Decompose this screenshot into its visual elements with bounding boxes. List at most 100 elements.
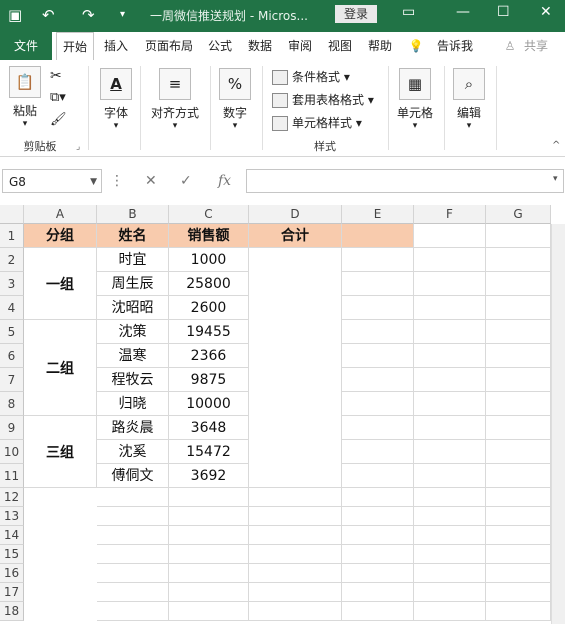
enter-icon[interactable]: ✓ — [180, 169, 192, 193]
header-group[interactable]: 分组 — [24, 224, 97, 248]
grid-cell[interactable] — [414, 248, 486, 272]
sales-cell[interactable]: 2366 — [169, 344, 249, 368]
sales-cell[interactable]: 10000 — [169, 392, 249, 416]
row-header[interactable]: 9 — [0, 416, 24, 440]
grid-cell[interactable] — [486, 464, 551, 488]
grid-cell[interactable] — [342, 368, 414, 392]
name-cell[interactable]: 时宜 — [97, 248, 169, 272]
grid-cell[interactable] — [414, 320, 486, 344]
grid-cell[interactable] — [486, 296, 551, 320]
row-header[interactable]: 8 — [0, 392, 24, 416]
grid-cell[interactable] — [342, 344, 414, 368]
row-header[interactable]: 3 — [0, 272, 24, 296]
row-header[interactable]: 17 — [0, 583, 24, 602]
grid-cell[interactable] — [342, 248, 414, 272]
tell-me-input[interactable]: 告诉我 — [432, 32, 478, 60]
row-header[interactable]: 15 — [0, 545, 24, 564]
tab-data[interactable]: 数据 — [244, 32, 276, 60]
row-header[interactable]: 11 — [0, 464, 24, 488]
grid-cell[interactable] — [342, 488, 414, 507]
sales-cell[interactable]: 3648 — [169, 416, 249, 440]
row-header[interactable]: 16 — [0, 564, 24, 583]
worksheet-grid[interactable]: A B C D E F G 1 2 3 4 5 6 7 8 9 10 11 12 13 14 15 16 17 1… — [0, 205, 565, 624]
row-header[interactable]: 10 — [0, 440, 24, 464]
login-button[interactable]: 登录 — [335, 5, 377, 23]
grid-cell[interactable] — [249, 583, 342, 602]
tab-formulas[interactable]: 公式 — [204, 32, 236, 60]
grid-cell[interactable] — [486, 392, 551, 416]
grid-cell[interactable] — [486, 545, 551, 564]
grid-cell[interactable] — [97, 545, 169, 564]
column-header[interactable]: D — [249, 205, 342, 224]
grid-cell[interactable] — [97, 602, 169, 621]
grid-cell[interactable] — [414, 392, 486, 416]
grid-cell[interactable] — [249, 507, 342, 526]
grid-cell[interactable] — [414, 344, 486, 368]
paste-button[interactable]: 📋 粘贴 ▾ — [8, 66, 42, 129]
grid-cell[interactable] — [97, 526, 169, 545]
conditional-format-button[interactable]: 条件格式 ▾ — [272, 68, 350, 85]
lightbulb-icon[interactable]: 💡 — [406, 32, 426, 60]
name-cell[interactable]: 路炎晨 — [97, 416, 169, 440]
expand-formula-icon[interactable]: ▾ — [553, 174, 558, 184]
grid-cell[interactable] — [414, 526, 486, 545]
grid-cell[interactable] — [486, 344, 551, 368]
grid-cell[interactable] — [342, 602, 414, 621]
sales-cell[interactable]: 15472 — [169, 440, 249, 464]
grid-cell[interactable] — [342, 583, 414, 602]
copy-icon[interactable]: ⧉▾ — [50, 90, 66, 105]
close-button[interactable]: ✕ — [540, 4, 552, 20]
name-box[interactable]: G8 ▼ — [2, 169, 102, 193]
grid-cell[interactable] — [169, 526, 249, 545]
column-header[interactable]: G — [486, 205, 551, 224]
grid-cell[interactable] — [97, 507, 169, 526]
tab-help[interactable]: 帮助 — [364, 32, 396, 60]
grid-cell[interactable] — [169, 564, 249, 583]
name-cell[interactable]: 温寒 — [97, 344, 169, 368]
formula-input[interactable] — [246, 169, 564, 193]
grid-cell[interactable] — [414, 488, 486, 507]
column-header[interactable]: F — [414, 205, 486, 224]
tab-review[interactable]: 审阅 — [284, 32, 316, 60]
tab-insert[interactable]: 插入 — [98, 32, 134, 60]
grid-cell[interactable] — [169, 488, 249, 507]
grid-cell[interactable] — [486, 440, 551, 464]
grid-cell[interactable] — [169, 583, 249, 602]
grid-cell[interactable] — [342, 464, 414, 488]
grid-cell[interactable] — [342, 224, 414, 248]
select-all-corner[interactable] — [0, 205, 24, 224]
grid-cell[interactable] — [414, 272, 486, 296]
grid-cell[interactable] — [342, 564, 414, 583]
grid-cell[interactable] — [486, 272, 551, 296]
name-cell[interactable]: 归晓 — [97, 392, 169, 416]
grid-cell[interactable] — [414, 464, 486, 488]
grid-cell[interactable] — [249, 602, 342, 621]
column-header[interactable]: A — [24, 205, 97, 224]
grid-cell[interactable] — [249, 488, 342, 507]
grid-cell[interactable] — [486, 526, 551, 545]
grid-cell[interactable] — [486, 320, 551, 344]
total-cell[interactable] — [249, 248, 342, 488]
sales-cell[interactable]: 25800 — [169, 272, 249, 296]
name-cell[interactable]: 沈策 — [97, 320, 169, 344]
grid-cell[interactable] — [169, 507, 249, 526]
cells-button[interactable]: ▦ 单元格 ▾ — [394, 68, 436, 131]
redo-icon[interactable]: ↷ — [82, 6, 95, 24]
grid-cell[interactable] — [342, 296, 414, 320]
sales-cell[interactable]: 2600 — [169, 296, 249, 320]
grid-cell[interactable] — [414, 416, 486, 440]
number-button[interactable]: % 数字 ▾ — [218, 68, 252, 131]
cell-styles-button[interactable]: 单元格样式 ▾ — [272, 114, 362, 131]
row-header[interactable]: 1 — [0, 224, 24, 248]
grid-cell[interactable] — [97, 564, 169, 583]
row-header[interactable]: 13 — [0, 507, 24, 526]
group-label-cell[interactable]: 一组 — [24, 248, 97, 320]
grid-cell[interactable] — [414, 602, 486, 621]
grid-cell[interactable] — [342, 416, 414, 440]
row-header[interactable]: 5 — [0, 320, 24, 344]
name-cell[interactable]: 周生辰 — [97, 272, 169, 296]
font-button[interactable]: A 字体 ▾ — [98, 68, 134, 131]
name-cell[interactable]: 傅侗文 — [97, 464, 169, 488]
grid-cell[interactable] — [414, 507, 486, 526]
customize-qa-icon[interactable]: ▾ — [120, 6, 125, 24]
